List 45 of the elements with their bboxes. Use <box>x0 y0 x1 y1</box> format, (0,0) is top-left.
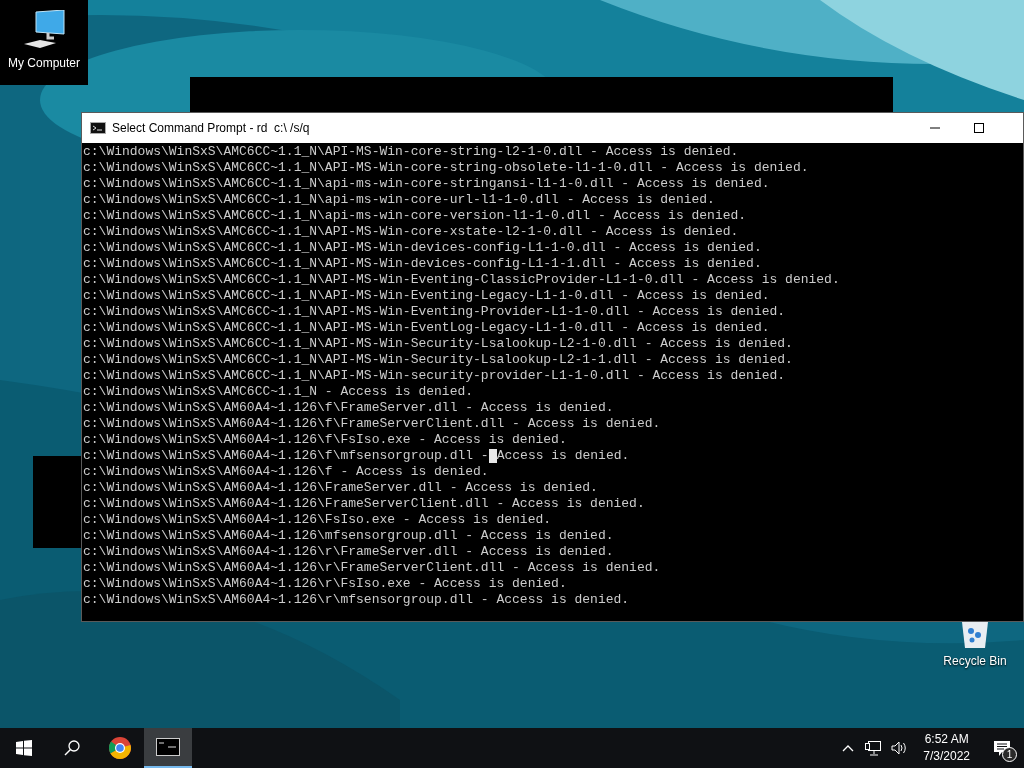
console-icon[interactable] <box>144 728 192 768</box>
recycle-bin-icon <box>959 622 991 648</box>
console-line: c:\Windows\WinSxS\AMC6CC~1.1_N\API-MS-Win-Eventing-Provider-L1-1-0.dll - Access is denied. <box>83 304 786 320</box>
console-line: c:\Windows\WinSxS\AM60A4~1.126\f\mfsensorgroup.dll - <box>83 448 489 464</box>
console-line: c:\Windows\WinSxS\AMC6CC~1.1_N - Access is denied. <box>83 384 474 400</box>
console-line: c:\Windows\WinSxS\AM60A4~1.126\r\mfsensorgroup.dll - Access is denied. <box>83 592 630 608</box>
console-line: c:\Windows\WinSxS\AMC6CC~1.1_N\api-ms-win-core-url-l1-1-0.dll - Access is denied. <box>83 192 715 208</box>
maximize-icon <box>974 123 984 133</box>
clock[interactable]: 6:52 AM 7/3/2022 <box>923 731 970 765</box>
console-line: Access is denied. <box>496 448 630 464</box>
chevron-up-icon[interactable] <box>842 744 855 752</box>
clock-time: 6:52 AM <box>924 731 969 748</box>
desktop-icon[interactable]: Recycle Bin <box>935 622 1015 670</box>
console-line: c:\Windows\WinSxS\AM60A4~1.126\r\FrameServerClient.dll - Access is denied. <box>83 560 661 576</box>
console-line: c:\Windows\WinSxS\AM60A4~1.126\FrameServer.dll - Access is denied. <box>83 480 598 496</box>
console-line: c:\Windows\WinSxS\AMC6CC~1.1_N\API-MS-Win-Security-Lsalookup-L2-1-1.dll - Access is denied. <box>83 352 793 368</box>
console-line: c:\Windows\WinSxS\AMC6CC~1.1_N\API-MS-Win-core-string-obsolete-l1-1-0.dll - Access is denied. <box>83 160 809 176</box>
console-line: c:\Windows\WinSxS\AMC6CC~1.1_N\API-MS-Win-devices-config-L1-1-1.dll - Access is denied. <box>83 256 762 272</box>
console-line: c:\Windows\WinSxS\AM60A4~1.126\r\FrameServer.dll - Access is denied. <box>83 544 614 560</box>
console-line: c:\Windows\WinSxS\AM60A4~1.126\mfsensorgroup.dll - Access is denied. <box>83 528 614 544</box>
console-line: c:\Windows\WinSxS\AMC6CC~1.1_N\API-MS-Win-Eventing-Legacy-L1-1-0.dll - Access is denied. <box>83 288 770 304</box>
console-line: c:\Windows\WinSxS\AM60A4~1.126\FrameServerClient.dll - Access is denied. <box>83 496 645 512</box>
console-line: c:\Windows\WinSxS\AM60A4~1.126\r\FsIso.exe - Access is denied. <box>83 576 567 592</box>
console-line: c:\Windows\WinSxS\AMC6CC~1.1_N\API-MS-Win-Security-Lsalookup-L2-1-0.dll - Access is denied. <box>83 336 793 352</box>
notification-badge: 1 <box>1002 747 1017 762</box>
console-line: c:\Windows\WinSxS\AMC6CC~1.1_N\API-MS-Win-devices-config-L1-1-0.dll - Access is denied. <box>83 240 762 256</box>
console-line: c:\Windows\WinSxS\AMC6CC~1.1_N\api-ms-win-core-version-l1-1-0.dll - Access is denied. <box>83 208 747 224</box>
console-line: c:\Windows\WinSxS\AM60A4~1.126\f\FrameServerClient.dll - Access is denied. <box>83 416 661 432</box>
console-line: c:\Windows\WinSxS\AM60A4~1.126\f - Access is denied. <box>83 464 489 480</box>
console-line: c:\Windows\WinSxS\AMC6CC~1.1_N\API-MS-Win-EventLog-Legacy-L1-1-0.dll - Access is denied. <box>83 320 770 336</box>
window-title: Select Command Prompt - rd c:\ /s/q <box>112 120 310 137</box>
console-line: c:\Windows\WinSxS\AM60A4~1.126\f\FsIso.exe - Access is denied. <box>83 432 567 448</box>
console-line: c:\Windows\WinSxS\AMC6CC~1.1_N\API-MS-Win-core-string-l2-1-0.dll - Access is denied. <box>83 144 739 160</box>
console-line: c:\Windows\WinSxS\AMC6CC~1.1_N\API-MS-Win-Eventing-ClassicProvider-L1-1-0.dll - Access is denied. <box>83 272 840 288</box>
speaker-icon[interactable] <box>891 741 909 755</box>
desktop-icon[interactable]: My Computer <box>0 0 88 85</box>
network-icon[interactable] <box>865 740 882 756</box>
text-cursor <box>488 449 497 463</box>
console-line: c:\Windows\WinSxS\AMC6CC~1.1_N\API-MS-Win-core-xstate-l2-1-0.dll - Access is denied. <box>83 224 739 240</box>
clock-date: 7/3/2022 <box>923 748 970 765</box>
console-icon <box>90 122 106 134</box>
console-line: c:\Windows\WinSxS\AMC6CC~1.1_N\API-MS-Win-security-provider-L1-1-0.dll - Access is denied. <box>83 368 786 384</box>
console-line: c:\Windows\WinSxS\AM60A4~1.126\f\FrameServer.dll - Access is denied. <box>83 400 614 416</box>
console-line: c:\Windows\WinSxS\AMC6CC~1.1_N\api-ms-win-core-stringansi-l1-1-0.dll - Access is denied. <box>83 176 770 192</box>
console-line: c:\Windows\WinSxS\AM60A4~1.126\FsIso.exe - Access is denied. <box>83 512 552 528</box>
